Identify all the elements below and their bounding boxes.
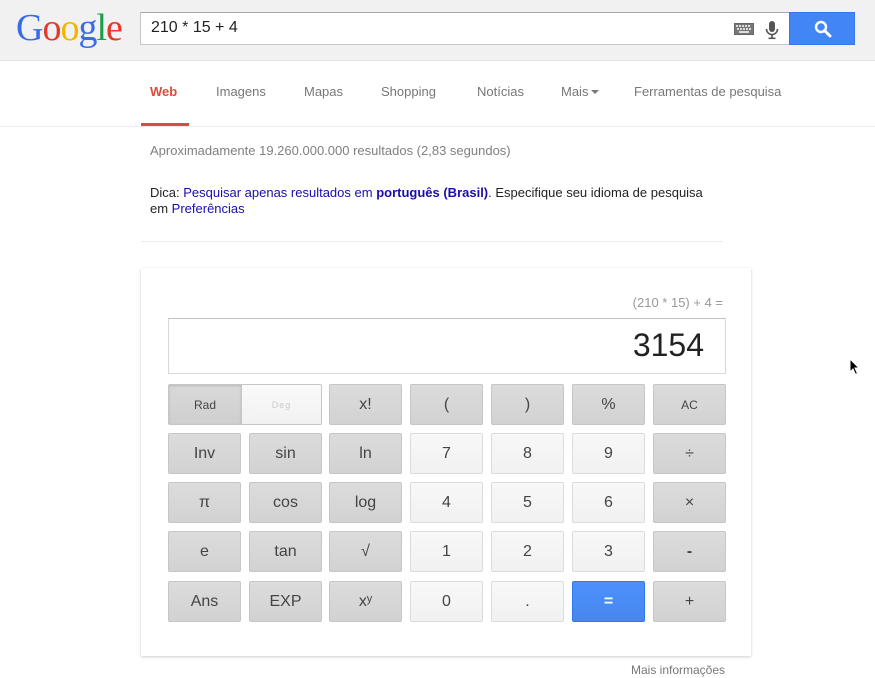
deg-button[interactable]: Deg — [242, 385, 321, 424]
google-logo[interactable]: Google — [16, 6, 123, 50]
rad-button[interactable]: Rad — [169, 385, 242, 424]
pi-button[interactable]: π — [168, 482, 241, 523]
digit-1-button[interactable]: 1 — [410, 531, 483, 572]
digit-5-button[interactable]: 5 — [491, 482, 564, 523]
digit-9-button[interactable]: 9 — [572, 433, 645, 474]
tab-web[interactable]: Web — [150, 84, 177, 99]
tab-search-tools[interactable]: Ferramentas de pesquisa — [634, 84, 781, 99]
tan-button[interactable]: tan — [249, 531, 322, 572]
result-stats: Aproximadamente 19.260.000.000 resultado… — [150, 143, 511, 158]
tip-language-link[interactable]: Pesquisar apenas resultados em português… — [183, 185, 488, 200]
search-box[interactable] — [140, 12, 790, 45]
right-paren-button[interactable]: ) — [491, 384, 564, 425]
answer-button[interactable]: Ans — [168, 581, 241, 622]
tab-maps[interactable]: Mapas — [304, 84, 343, 99]
sin-button[interactable]: sin — [249, 433, 322, 474]
calculator-result: 3154 — [632, 327, 704, 363]
decimal-button[interactable]: . — [491, 581, 564, 622]
left-paren-button[interactable]: ( — [410, 384, 483, 425]
digit-3-button[interactable]: 3 — [572, 531, 645, 572]
more-info-link[interactable]: Mais informações — [631, 663, 725, 677]
tab-news[interactable]: Notícias — [477, 84, 524, 99]
chevron-down-icon — [591, 89, 600, 94]
digit-6-button[interactable]: 6 — [572, 482, 645, 523]
microphone-icon[interactable] — [764, 20, 780, 40]
calculator-expression: (210 * 15) + 4 = — [632, 295, 723, 310]
tab-more[interactable]: Mais — [561, 84, 600, 99]
digit-8-button[interactable]: 8 — [491, 433, 564, 474]
tab-shopping[interactable]: Shopping — [381, 84, 436, 99]
calculator-card: (210 * 15) + 4 = 3154 Rad Deg x! ( ) % A… — [141, 268, 751, 656]
exp-button[interactable]: EXP — [249, 581, 322, 622]
all-clear-button[interactable]: AC — [653, 384, 726, 425]
tab-images[interactable]: Imagens — [216, 84, 266, 99]
search-input[interactable] — [151, 19, 711, 37]
inverse-button[interactable]: Inv — [168, 433, 241, 474]
cos-button[interactable]: cos — [249, 482, 322, 523]
digit-7-button[interactable]: 7 — [410, 433, 483, 474]
tip-prefix: Dica: — [150, 185, 184, 200]
divide-button[interactable]: ÷ — [653, 433, 726, 474]
preferences-link[interactable]: Preferências — [172, 201, 245, 216]
log-button[interactable]: log — [329, 482, 402, 523]
active-tab-indicator — [141, 123, 189, 126]
mouse-cursor-icon — [849, 358, 861, 376]
digit-2-button[interactable]: 2 — [491, 531, 564, 572]
sqrt-button[interactable]: √ — [329, 531, 402, 572]
equals-button[interactable]: = — [572, 581, 645, 622]
search-tabs: Web Imagens Mapas Shopping Notícias Mais… — [0, 61, 875, 127]
top-bar: Google — [0, 0, 875, 61]
factorial-button[interactable]: x! — [329, 384, 402, 425]
divider — [141, 241, 723, 242]
digit-0-button[interactable]: 0 — [410, 581, 483, 622]
plus-button[interactable]: + — [653, 581, 726, 622]
power-button[interactable]: xʸ — [329, 581, 402, 622]
language-tip: Dica: Pesquisar apenas resultados em por… — [150, 185, 710, 217]
percent-button[interactable]: % — [572, 384, 645, 425]
search-button[interactable] — [789, 12, 855, 45]
multiply-button[interactable]: × — [653, 482, 726, 523]
tab-more-label: Mais — [561, 84, 589, 99]
search-icon — [814, 20, 832, 38]
euler-button[interactable]: e — [168, 531, 241, 572]
angle-mode-toggle: Rad Deg — [168, 384, 322, 425]
minus-button[interactable]: - — [653, 531, 726, 572]
tip-link-text: Pesquisar apenas resultados em — [183, 185, 377, 200]
calculator-display: 3154 — [168, 318, 726, 374]
tip-language-name: português (Brasil) — [376, 185, 489, 200]
ln-button[interactable]: ln — [329, 433, 402, 474]
digit-4-button[interactable]: 4 — [410, 482, 483, 523]
keyboard-icon[interactable] — [734, 23, 754, 35]
